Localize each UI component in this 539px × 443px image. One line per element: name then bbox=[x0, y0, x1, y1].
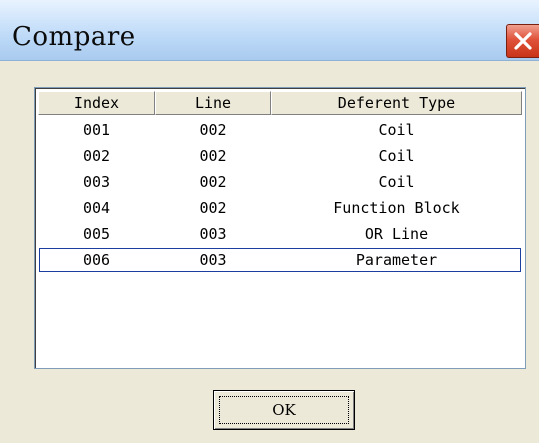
cell-line: 002 bbox=[199, 173, 227, 191]
list-header: Index Line Deferent Type bbox=[38, 91, 522, 115]
column-header-type[interactable]: Deferent Type bbox=[271, 91, 522, 115]
title-bar[interactable]: Compare bbox=[0, 0, 539, 61]
list-row[interactable]: 005 003 OR Line bbox=[38, 221, 522, 247]
column-header-index[interactable]: Index bbox=[38, 91, 155, 115]
cell-type: Coil bbox=[378, 147, 415, 165]
close-button[interactable] bbox=[506, 24, 539, 58]
column-header-line[interactable]: Line bbox=[155, 91, 271, 115]
list-row[interactable]: 003 002 Coil bbox=[38, 169, 522, 195]
list-row[interactable]: 001 002 Coil bbox=[38, 117, 522, 143]
cell-type: OR Line bbox=[364, 225, 429, 243]
cell-index: 005 bbox=[82, 225, 111, 243]
cell-type: Coil bbox=[378, 121, 415, 139]
cell-index: 004 bbox=[82, 199, 111, 217]
cell-line: 002 bbox=[199, 121, 227, 139]
cell-index: 003 bbox=[82, 173, 111, 191]
list-row[interactable]: 004 002 Function Block bbox=[38, 195, 522, 221]
cell-type: Function Block bbox=[333, 199, 460, 217]
dialog-title: Compare bbox=[12, 22, 136, 52]
cell-line: 003 bbox=[199, 225, 227, 243]
cell-line: 002 bbox=[199, 147, 227, 165]
list-row[interactable]: 002 002 Coil bbox=[38, 143, 522, 169]
cell-index: 006 bbox=[82, 251, 111, 269]
compare-list[interactable]: Index Line Deferent Type 001 002 Coil 00… bbox=[34, 87, 526, 369]
cell-index: 002 bbox=[82, 147, 111, 165]
cell-type: Coil bbox=[378, 173, 415, 191]
cell-line: 002 bbox=[199, 199, 227, 217]
cell-line: 003 bbox=[199, 251, 227, 269]
cell-index: 001 bbox=[82, 121, 111, 139]
ok-button[interactable]: OK bbox=[213, 390, 355, 430]
ok-button-label: OK bbox=[272, 401, 296, 419]
dialog-body: Index Line Deferent Type 001 002 Coil 00… bbox=[0, 61, 539, 443]
list-row-selected[interactable]: 006 003 Parameter bbox=[38, 247, 522, 273]
list-rows: 001 002 Coil 002 002 Coil 003 002 Coil 0… bbox=[38, 117, 522, 273]
cell-type: Parameter bbox=[355, 251, 438, 269]
compare-dialog: Compare Index Line Deferent Type 001 002… bbox=[0, 0, 539, 443]
close-icon bbox=[514, 32, 532, 50]
